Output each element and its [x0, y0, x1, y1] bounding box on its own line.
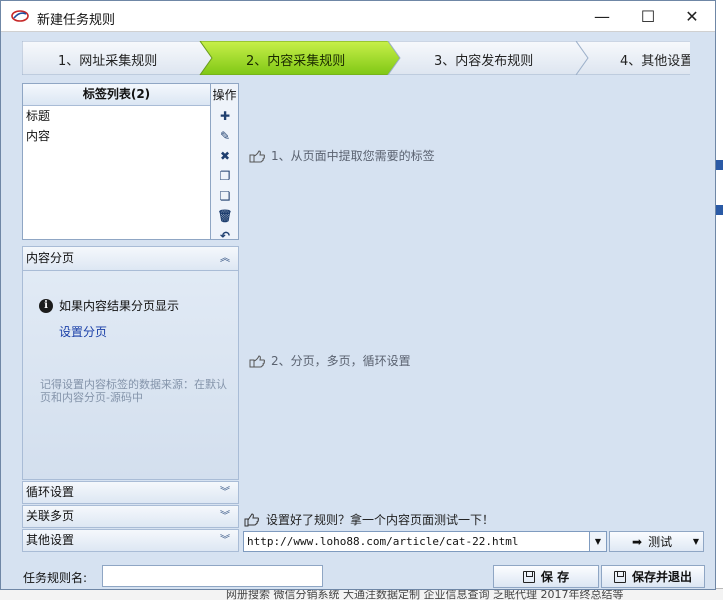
undo-icon[interactable]: ↶ [211, 226, 239, 246]
pointing-hand-icon [249, 149, 265, 162]
accordion-loop-settings[interactable]: 循环设置 ︾ [22, 481, 239, 504]
test-button[interactable]: ➡ 测试 ▼ [609, 531, 704, 552]
step-tab-publish-rules[interactable]: 3、内容发布规则 [434, 50, 533, 69]
content-paging-header[interactable]: 内容分页 ︽ [23, 247, 238, 271]
paging-note: 记得设置内容标签的数据来源：在默认页和内容分页-源码中 [40, 378, 227, 404]
tag-list-header: 标签列表(2) [23, 84, 210, 106]
edit-icon[interactable]: ✎ [211, 126, 239, 146]
accordion-other-settings-label: 其他设置 [26, 533, 75, 547]
save-disk-icon [522, 570, 535, 583]
new-task-rule-dialog: 新建任务规则 — ☐ ✕ 1、网址采集规则 2、内容采集规则 3、内容发布规则 … [0, 0, 716, 590]
set-paging-link[interactable]: 设置分页 [59, 323, 107, 340]
save-and-exit-label: 保存并退出 [631, 570, 692, 584]
minimize-button[interactable]: — [579, 1, 625, 32]
hint-paging-settings: 2、分页，多页，循环设置 [249, 352, 411, 369]
rule-name-input[interactable] [102, 565, 323, 587]
add-icon[interactable]: ✚ [211, 106, 239, 126]
maximize-button[interactable]: ☐ [625, 1, 671, 32]
save-and-exit-button[interactable]: 保存并退出 [601, 565, 705, 588]
save-disk-icon [613, 570, 626, 583]
step-tab-content-rules[interactable]: 2、内容采集规则 [246, 50, 345, 69]
window-title: 新建任务规则 [37, 13, 116, 28]
paging-info: i 如果内容结果分页显示 [39, 297, 179, 314]
bottom-bar: 任务规则名: 保 存 保存并退出 [1, 561, 715, 589]
test-arrow-icon: ➡ [632, 534, 643, 549]
title-bar: 新建任务规则 — ☐ ✕ [1, 1, 715, 32]
expand-chevron-icon[interactable]: ︾ [220, 482, 230, 503]
content-paging-panel: 内容分页 ︽ i 如果内容结果分页显示 设置分页 记得设置内容标签的数据来源：在… [22, 246, 239, 480]
url-dropdown-icon[interactable]: ▼ [589, 531, 607, 552]
accordion-loop-settings-label: 循环设置 [26, 485, 75, 499]
rule-name-label: 任务规则名: [23, 571, 88, 585]
tag-item-title[interactable]: 标题 [23, 106, 210, 126]
paging-info-text: 如果内容结果分页显示 [59, 299, 180, 313]
hint-extract-tags: 1、从页面中提取您需要的标签 [249, 147, 435, 164]
step-tabs: 1、网址采集规则 2、内容采集规则 3、内容发布规则 4、其他设置 [22, 41, 690, 75]
step-tab-other-settings[interactable]: 4、其他设置 [620, 50, 690, 69]
copy-icon[interactable]: ❐ [211, 166, 239, 186]
step-tab-url-rules[interactable]: 1、网址采集规则 [58, 50, 157, 69]
test-url-input[interactable]: http://www.loho88.com/article/cat-22.htm… [243, 531, 601, 552]
paste-icon[interactable]: ❏ [211, 186, 239, 206]
operations-header: 操作 [212, 88, 237, 102]
accordion-linked-pages-label: 关联多页 [26, 509, 75, 523]
test-dropdown-icon[interactable]: ▼ [693, 537, 699, 546]
test-hint: 设置好了规则？拿一个内容页面测试一下！ [244, 511, 494, 528]
app-logo-icon [11, 10, 29, 22]
tag-list-panel: 标签列表(2) 标题 内容 [22, 83, 211, 240]
tag-item-content[interactable]: 内容 [23, 126, 210, 146]
trash-icon[interactable]: 🗑 [211, 206, 239, 226]
expand-chevron-icon[interactable]: ︾ [220, 530, 230, 551]
save-button[interactable]: 保 存 [493, 565, 599, 588]
content-paging-body: i 如果内容结果分页显示 设置分页 记得设置内容标签的数据来源：在默认页和内容分… [23, 271, 238, 479]
expand-chevron-icon[interactable]: ︾ [220, 506, 230, 527]
test-hint-text: 设置好了规则？拿一个内容页面测试一下！ [266, 513, 495, 527]
close-button[interactable]: ✕ [669, 1, 715, 32]
pointing-hand-icon [249, 354, 265, 367]
test-button-label: 测试 [648, 535, 673, 549]
accordion-linked-pages[interactable]: 关联多页 ︾ [22, 505, 239, 528]
hint-paging-text: 2、分页，多页，循环设置 [271, 354, 411, 368]
operations-toolbar: 操作 ✚ ✎ ✖ ❐ ❏ 🗑 ↶ [211, 83, 239, 243]
background-window-edge [716, 0, 723, 600]
delete-icon[interactable]: ✖ [211, 146, 239, 166]
content-paging-title: 内容分页 [26, 251, 75, 265]
hint-extract-text: 1、从页面中提取您需要的标签 [271, 149, 435, 163]
info-icon: i [39, 298, 53, 313]
thumbs-up-icon [244, 512, 259, 526]
save-button-label: 保 存 [540, 570, 570, 584]
accordion-other-settings[interactable]: 其他设置 ︾ [22, 529, 239, 552]
collapse-chevron-icon[interactable]: ︽ [220, 247, 230, 270]
